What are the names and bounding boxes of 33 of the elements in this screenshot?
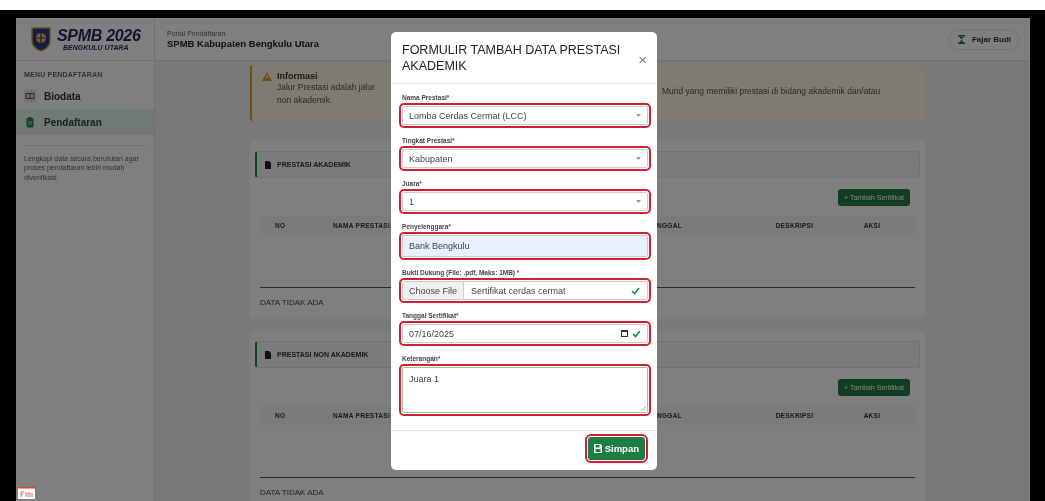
select-field[interactable]: Kabupaten	[402, 149, 648, 168]
choose-file-button[interactable]: Choose File	[403, 282, 465, 299]
hourglass-icon	[956, 34, 966, 44]
save-button[interactable]: Simpan	[587, 436, 645, 460]
document-icon	[265, 160, 271, 169]
modal-title: FORMULIR TAMBAH DATA PRESTASI AKADEMIK	[402, 41, 622, 74]
file-field[interactable]: Choose File Sertifikat cerdas cermat	[402, 281, 648, 300]
close-button[interactable]: ×	[638, 51, 647, 68]
empty-message: DATA TIDAK ADA	[260, 298, 324, 307]
resize-grip-icon	[641, 406, 646, 411]
document-icon	[265, 350, 271, 359]
date-field[interactable]: 07/16/2025	[402, 324, 648, 343]
info-text: Murid yang memiliki prestasi di bidang akademik dan/atau	[662, 85, 882, 98]
emblem-icon	[30, 26, 52, 52]
info-text: Jalur Prestasi adalah jalur	[276, 81, 376, 94]
id-card-icon	[24, 90, 36, 102]
input-field[interactable]: Bank Bengkulu	[402, 235, 648, 257]
portal-title: SPMB Kabupaten Bengkulu Utara	[167, 37, 320, 49]
sidebar-item[interactable]: Pendaftaran	[16, 109, 154, 135]
select-field[interactable]: 1	[402, 192, 648, 211]
logo-title: SPMB 2026	[57, 27, 141, 44]
caret-icon	[636, 114, 641, 117]
sidebar-item[interactable]: Biodata	[16, 83, 154, 109]
info-title: Informasi	[277, 71, 318, 81]
caret-icon	[636, 200, 641, 203]
textarea-field[interactable]: Juara 1	[402, 367, 648, 413]
caret-icon	[636, 157, 641, 160]
clipboard-icon	[24, 116, 36, 128]
calendar-icon[interactable]	[621, 330, 628, 337]
warning-icon	[262, 71, 272, 81]
empty-message: DATA TIDAK ADA	[260, 488, 324, 497]
info-text: non akademik.	[276, 94, 334, 107]
select-field[interactable]: Lomba Cerdas Cermat (LCC)	[402, 106, 648, 125]
